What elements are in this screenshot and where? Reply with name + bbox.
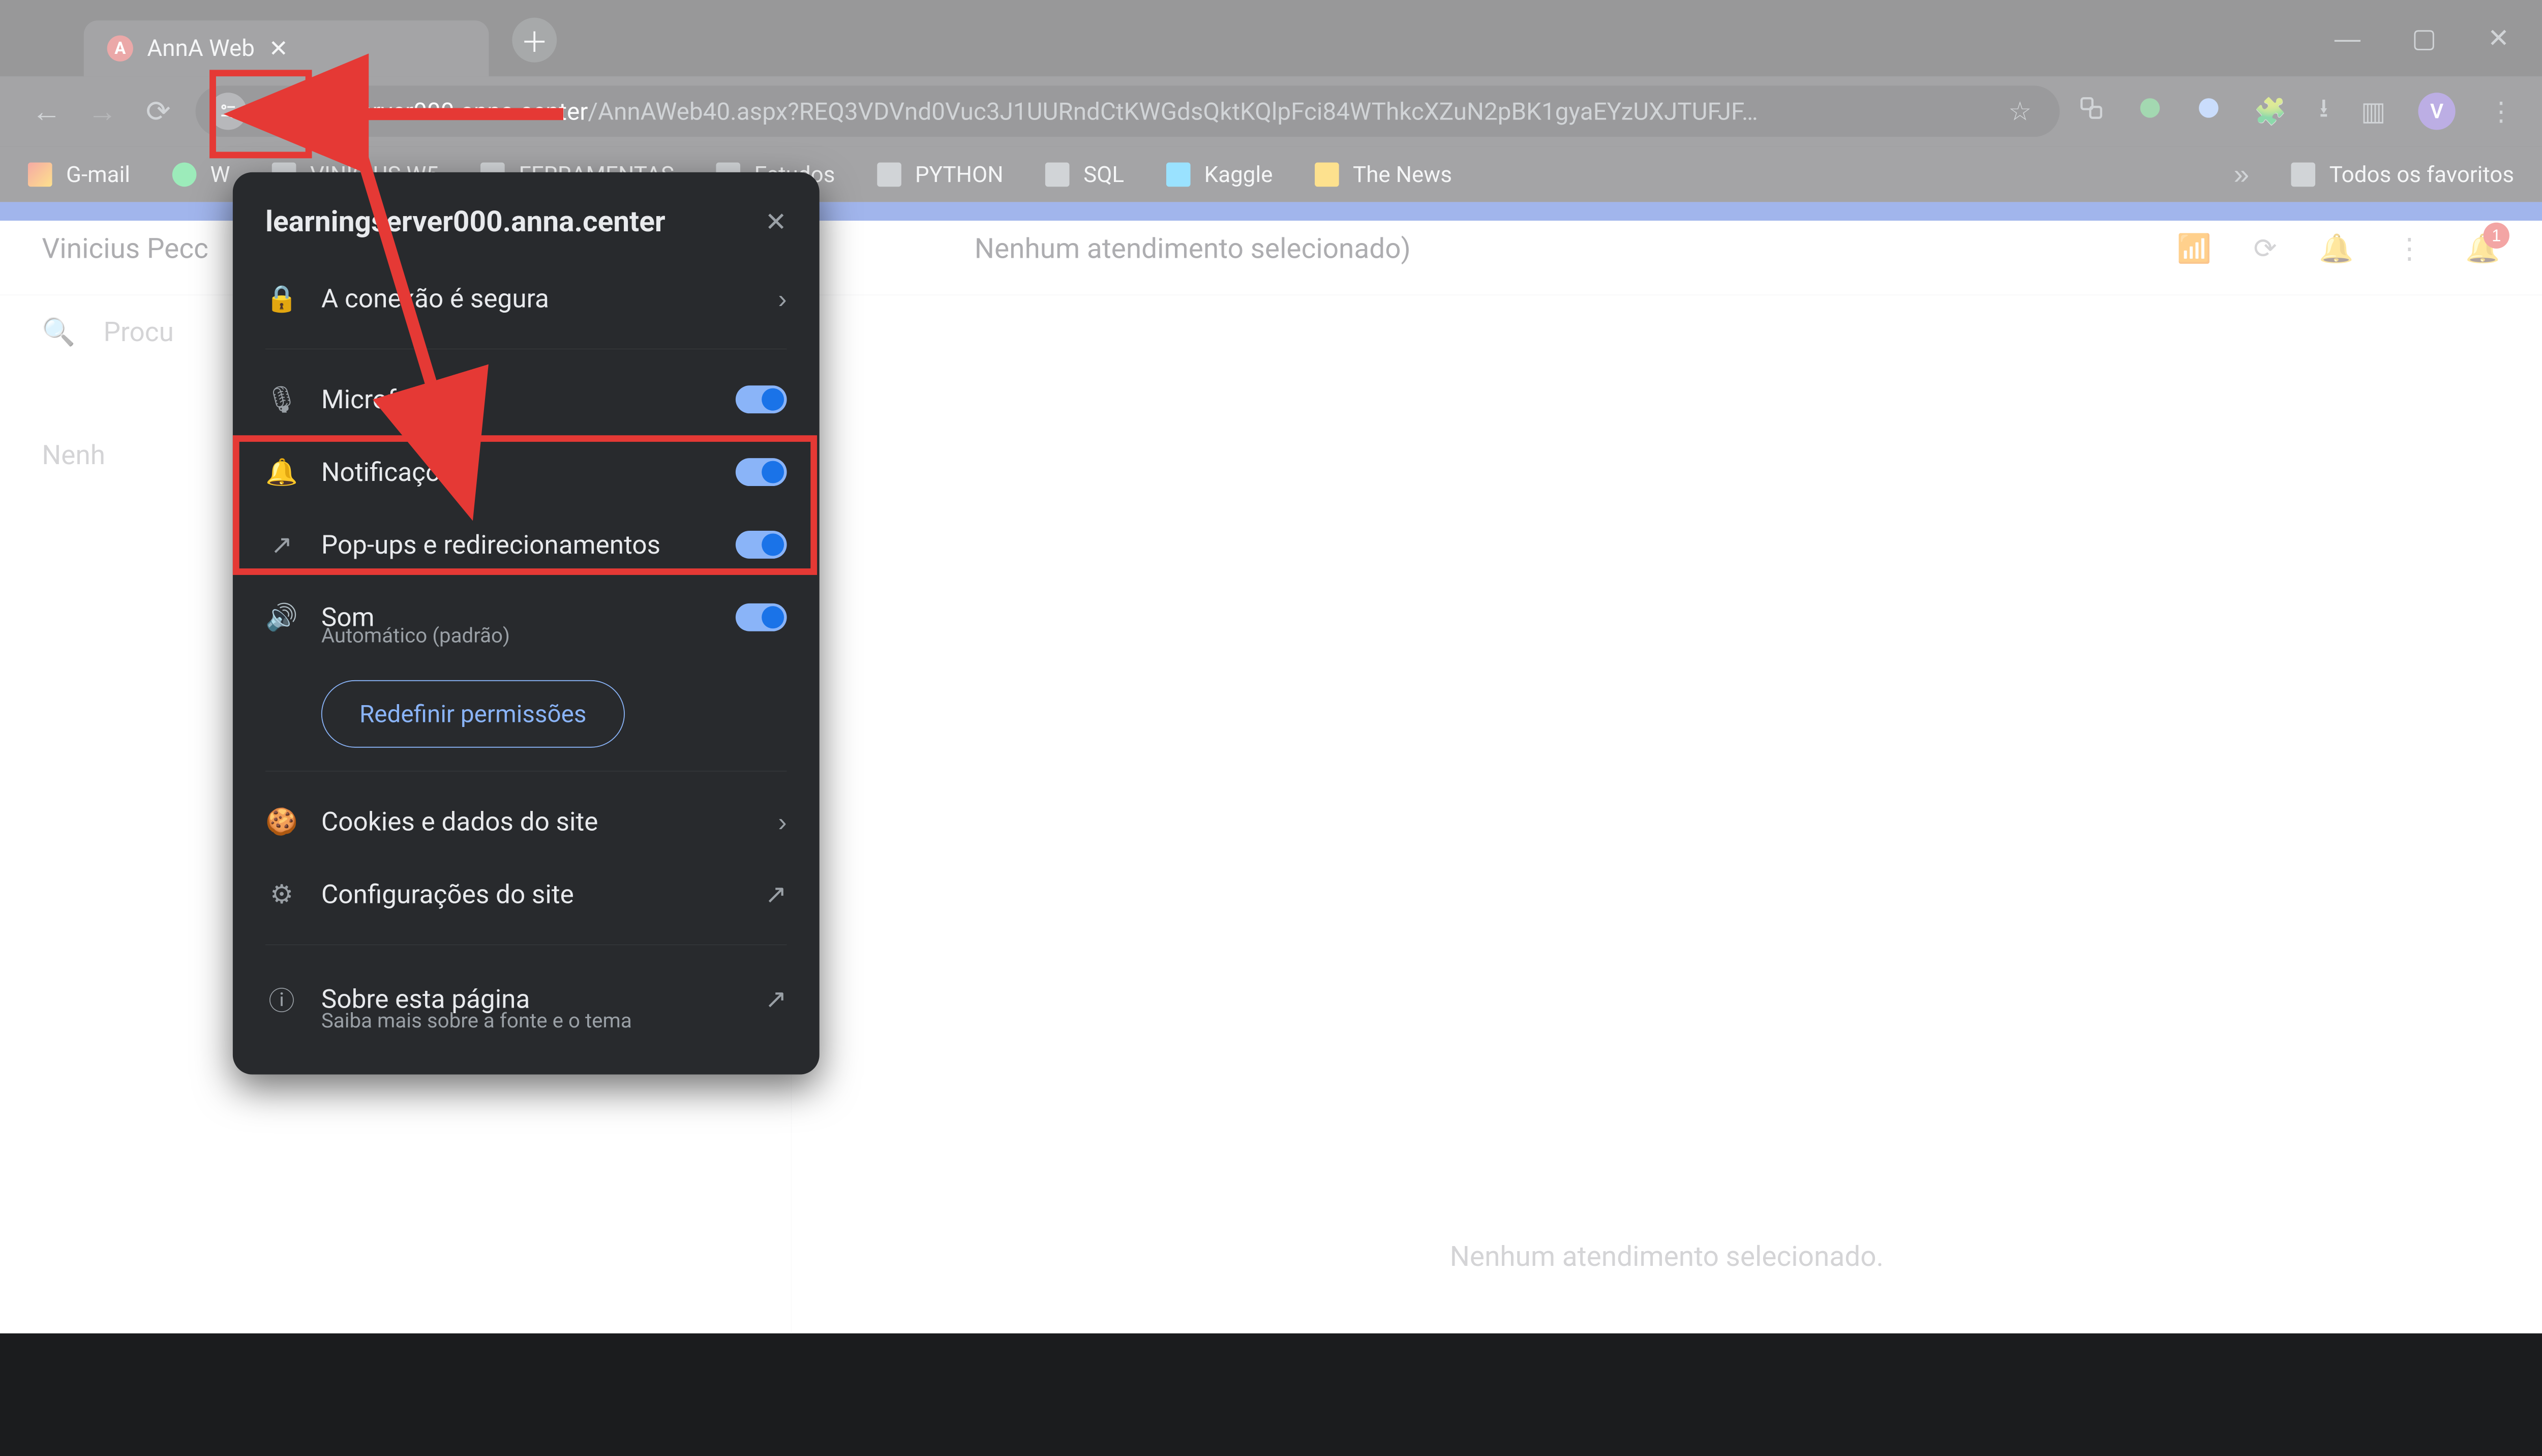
open-external-icon: ↗ bbox=[765, 984, 787, 1014]
page-top-actions: 📶 ⟳ 🔔 ⋮ 🔔 bbox=[2177, 232, 2500, 265]
mic-toggle[interactable] bbox=[736, 385, 787, 413]
chrome-menu-icon[interactable]: ⋮ bbox=[2488, 96, 2514, 127]
bookmark-label: W bbox=[210, 161, 230, 188]
reset-permissions-button[interactable]: Redefinir permissões bbox=[321, 680, 625, 748]
tab-title: AnnA Web bbox=[147, 35, 255, 62]
popup-row-notifications[interactable]: 🔔 Notificações bbox=[233, 436, 820, 508]
popup-close-icon[interactable]: ✕ bbox=[765, 206, 787, 237]
alerts-icon[interactable]: 🔔 bbox=[2319, 232, 2353, 265]
bookmark-all-favorites[interactable]: Todos os favoritos bbox=[2291, 161, 2514, 188]
popups-label: Pop-ups e redirecionamentos bbox=[321, 529, 712, 560]
downloads-icon[interactable]: ⭳ bbox=[2319, 89, 2328, 133]
bookmark-star-icon[interactable]: ☆ bbox=[2008, 96, 2032, 127]
refresh-icon[interactable]: ⟳ bbox=[2253, 232, 2277, 265]
bookmark-label: The News bbox=[1353, 161, 1452, 188]
popup-row-cookies[interactable]: 🍪 Cookies e dados do site › bbox=[233, 785, 820, 858]
bookmark-kaggle[interactable]: Kaggle bbox=[1166, 161, 1273, 188]
address-bar[interactable]: learningserver000.anna.center/AnnAWeb40.… bbox=[196, 85, 2060, 137]
reload-button[interactable]: ⟳ bbox=[140, 93, 177, 130]
bell-icon[interactable]: 🔔 bbox=[2465, 232, 2500, 265]
popup-row-microphone[interactable]: 🎙 Microfo bbox=[233, 363, 820, 436]
translate-icon[interactable] bbox=[2078, 95, 2104, 128]
bookmark-label: PYTHON bbox=[915, 161, 1004, 188]
secure-label: A conexão é segura bbox=[321, 283, 755, 314]
forward-button[interactable]: → bbox=[84, 93, 121, 130]
bookmark-label: SQL bbox=[1083, 161, 1124, 188]
page-right-panel: Nenhum atendimento selecionado. bbox=[792, 370, 2542, 1333]
extension-icon-2[interactable] bbox=[2195, 95, 2221, 128]
lock-icon: 🔒 bbox=[265, 283, 298, 314]
new-tab-button[interactable]: ＋ bbox=[512, 18, 557, 63]
maximize-icon[interactable]: ▢ bbox=[2412, 23, 2436, 53]
folder-icon bbox=[877, 162, 901, 187]
stats-icon[interactable]: 📶 bbox=[2177, 232, 2212, 265]
tab-close-icon[interactable]: ✕ bbox=[268, 35, 288, 62]
gmail-icon bbox=[28, 162, 52, 187]
microphone-icon: 🎙 bbox=[265, 384, 298, 414]
bookmark-label: G-mail bbox=[66, 161, 130, 188]
open-external-icon: ↗ bbox=[765, 879, 787, 909]
url-host: learningserver000.anna.center bbox=[261, 97, 588, 126]
titlebar: A AnnA Web ✕ ＋ — ▢ ✕ bbox=[0, 0, 2542, 76]
popup-title: learningserver000.anna.center bbox=[265, 205, 665, 239]
window-close-icon[interactable]: ✕ bbox=[2488, 23, 2509, 53]
bookmark-whatsapp[interactable]: W bbox=[172, 161, 230, 188]
search-icon[interactable]: 🔍 bbox=[42, 317, 75, 348]
notif-toggle[interactable] bbox=[736, 458, 787, 486]
popups-toggle[interactable] bbox=[736, 531, 787, 559]
extension-icon-1[interactable] bbox=[2137, 95, 2163, 128]
mic-label: Microfo bbox=[321, 384, 712, 414]
profile-avatar[interactable]: V bbox=[2418, 93, 2455, 130]
viewport: A AnnA Web ✕ ＋ — ▢ ✕ ← → ⟳ learningserve… bbox=[0, 0, 2542, 1333]
kebab-menu-icon[interactable]: ⋮ bbox=[2396, 232, 2424, 265]
bookmark-label: Todos os favoritos bbox=[2329, 161, 2514, 188]
chevron-right-icon: › bbox=[778, 807, 787, 837]
url-path: /AnnAWeb40.aspx?REQ3VDVnd0Vuc3J1UURndCtK… bbox=[588, 97, 1758, 126]
bookmark-label: Kaggle bbox=[1204, 161, 1273, 188]
page-user-name: Vinicius Pecc bbox=[42, 232, 208, 265]
browser-tab[interactable]: A AnnA Web ✕ bbox=[84, 20, 489, 76]
site-info-popup: learningserver000.anna.center ✕ 🔒 A cone… bbox=[233, 172, 820, 1075]
info-icon: ⓘ bbox=[265, 980, 298, 1018]
bookmark-thenews[interactable]: The News bbox=[1315, 161, 1452, 188]
cookies-label: Cookies e dados do site bbox=[321, 806, 755, 837]
bookmarks-overflow-icon[interactable]: » bbox=[2234, 158, 2250, 190]
minimize-icon[interactable]: — bbox=[2335, 23, 2361, 53]
site-settings-label: Configurações do site bbox=[321, 879, 742, 909]
bookmark-folder-python[interactable]: PYTHON bbox=[877, 161, 1004, 188]
speaker-icon: 🔊 bbox=[265, 602, 298, 632]
whatsapp-icon bbox=[172, 162, 196, 187]
news-icon bbox=[1315, 162, 1339, 187]
site-settings-icon[interactable] bbox=[209, 93, 247, 130]
right-empty-text: Nenhum atendimento selecionado. bbox=[1450, 1240, 1884, 1273]
external-link-icon: ↗ bbox=[265, 529, 298, 560]
left-empty-text: Nenh bbox=[42, 439, 105, 471]
browser-toolbar: ← → ⟳ learningserver000.anna.center/AnnA… bbox=[0, 76, 2542, 146]
tab-favicon: A bbox=[107, 36, 133, 62]
page-search-placeholder[interactable]: Procu bbox=[103, 317, 173, 348]
back-button[interactable]: ← bbox=[28, 93, 65, 130]
folder-icon bbox=[1045, 162, 1070, 187]
chevron-right-icon: › bbox=[778, 283, 787, 314]
extensions-puzzle-icon[interactable]: 🧩 bbox=[2254, 96, 2287, 127]
cookie-icon: 🍪 bbox=[265, 806, 298, 837]
bell-outline-icon: 🔔 bbox=[265, 457, 298, 487]
bookmark-gmail[interactable]: G-mail bbox=[28, 161, 130, 188]
popup-row-popups[interactable]: ↗ Pop-ups e redirecionamentos bbox=[233, 508, 820, 581]
window-controls: — ▢ ✕ bbox=[2302, 0, 2542, 76]
popup-row-site-settings[interactable]: ⚙ Configurações do site ↗ bbox=[233, 858, 820, 931]
bookmark-folder-sql[interactable]: SQL bbox=[1045, 161, 1124, 188]
kaggle-icon bbox=[1166, 162, 1191, 187]
sound-toggle[interactable] bbox=[736, 603, 787, 631]
folder-icon bbox=[2291, 162, 2315, 187]
notif-label: Notificações bbox=[321, 457, 712, 487]
gear-icon: ⚙ bbox=[265, 879, 298, 909]
side-panel-icon[interactable]: ▥ bbox=[2361, 96, 2385, 127]
tab-strip: A AnnA Web ✕ ＋ bbox=[0, 0, 2302, 76]
popup-row-secure[interactable]: 🔒 A conexão é segura › bbox=[233, 262, 820, 335]
toolbar-right-icons: 🧩 ⭳ ▥ V ⋮ bbox=[2078, 89, 2514, 133]
url-text: learningserver000.anna.center/AnnAWeb40.… bbox=[261, 97, 1994, 126]
